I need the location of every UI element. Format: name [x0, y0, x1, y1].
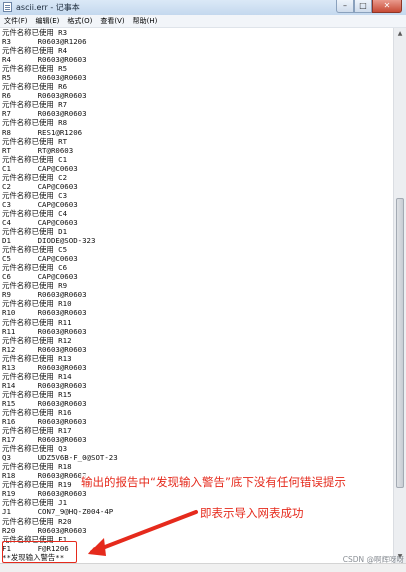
text-line: 元件名称已使用 R14	[2, 371, 72, 381]
menu-view[interactable]: 查看(V)	[96, 15, 128, 27]
text-line: 元件名称已使用 R13	[2, 353, 72, 363]
text-line: C2 CAP@C0603	[2, 181, 78, 191]
text-line: R6 R0603@R0603	[2, 91, 87, 101]
title-bar: ascii.err - 记事本 – □ ✕	[0, 0, 406, 16]
text-line: 元件名称已使用 R4	[2, 46, 68, 56]
text-line: 元件名称已使用 R10	[2, 299, 72, 309]
text-line: 元件名称已使用 R9	[2, 281, 68, 291]
watermark: CSDN @啊辉呀呀	[342, 555, 404, 564]
menu-edit[interactable]: 编辑(E)	[32, 15, 64, 27]
text-line: 元件名称已使用 C3	[2, 190, 68, 200]
text-line: C3 CAP@C0603	[2, 199, 78, 209]
vertical-scrollbar[interactable]: ▲ ▼	[393, 28, 406, 563]
close-button[interactable]: ✕	[372, 0, 402, 13]
text-line: D1 DIODE@SOD-323	[2, 236, 96, 246]
text-line: 元件名称已使用 R20	[2, 516, 72, 526]
text-line: 元件名称已使用 C5	[2, 245, 68, 255]
notepad-icon	[3, 2, 12, 12]
text-line: 元件名称已使用 C2	[2, 172, 68, 182]
text-line: 元件名称已使用 Q3	[2, 444, 68, 454]
text-line: 元件名称已使用 R16	[2, 407, 72, 417]
text-line: 元件名称已使用 R11	[2, 317, 72, 327]
text-line: R13 R0603@R0603	[2, 362, 87, 372]
text-line: 元件名称已使用 R8	[2, 118, 68, 128]
text-line: R4 R0603@R0603	[2, 55, 87, 65]
text-line: R7 R0603@R0603	[2, 109, 87, 119]
text-line: C6 CAP@C0603	[2, 272, 78, 282]
text-line: R12 R0603@R0603	[2, 344, 87, 354]
text-line: 元件名称已使用 D1	[2, 227, 68, 237]
warning-highlight-box	[2, 541, 77, 563]
scroll-thumb[interactable]	[396, 198, 404, 488]
annotation-report-note: 输出的报告中“发现输入警告”底下没有任何错误提示	[81, 474, 346, 490]
minimize-button[interactable]: –	[336, 0, 354, 13]
scroll-up-arrow-icon[interactable]: ▲	[395, 29, 405, 39]
text-line: 元件名称已使用 C1	[2, 154, 68, 164]
text-line: R9 R0603@R0603	[2, 290, 87, 300]
text-line: Q3 UDZ5V6B-F_0@SOT-23	[2, 453, 118, 463]
text-line: 元件名称已使用 R12	[2, 335, 72, 345]
text-line: R10 R0603@R0603	[2, 308, 87, 318]
menu-help[interactable]: 帮助(H)	[129, 15, 162, 27]
text-line: 元件名称已使用 R5	[2, 64, 68, 74]
text-line: 元件名称已使用 R17	[2, 426, 72, 436]
text-line: R16 R0603@R0603	[2, 417, 87, 427]
text-line: R15 R0603@R0603	[2, 398, 87, 408]
text-line: RT RT@R0603	[2, 145, 74, 155]
text-line: R3 R0603@R1206	[2, 37, 87, 47]
text-line: 元件名称已使用 RT	[2, 136, 68, 146]
text-line: R17 R0603@R0603	[2, 435, 87, 445]
text-line: C4 CAP@C0603	[2, 217, 78, 227]
text-line: R8 RES1@R1206	[2, 127, 83, 137]
text-line: C5 CAP@C0603	[2, 254, 78, 264]
text-line: 元件名称已使用 C6	[2, 263, 68, 273]
text-line: 元件名称已使用 R7	[2, 100, 68, 110]
text-line: J1 CON7_9@HQ-Z004-4P	[2, 507, 114, 517]
text-line: 元件名称已使用 C4	[2, 208, 68, 218]
maximize-button[interactable]: □	[354, 0, 372, 13]
text-line: R5 R0603@R0603	[2, 73, 87, 83]
annotation-success-note: 即表示导入网表成功	[200, 505, 304, 521]
menu-bar: 文件(F) 编辑(E) 格式(O) 查看(V) 帮助(H)	[0, 15, 406, 28]
text-line: R14 R0603@R0603	[2, 380, 87, 390]
text-line: C1 CAP@C0603	[2, 163, 78, 173]
window-title: ascii.err - 记事本	[16, 3, 80, 12]
text-line: R19 R0603@R0603	[2, 489, 87, 499]
menu-file[interactable]: 文件(F)	[0, 15, 32, 27]
text-line: R20 R0603@R0603	[2, 525, 87, 535]
text-line: 元件名称已使用 R6	[2, 82, 68, 92]
text-line: 元件名称已使用 J1	[2, 498, 68, 508]
text-line: 元件名称已使用 R3	[2, 28, 68, 37]
text-line: R11 R0603@R0603	[2, 326, 87, 336]
text-line: 元件名称已使用 R18	[2, 462, 72, 472]
text-line: 元件名称已使用 R15	[2, 389, 72, 399]
window-controls: – □ ✕	[336, 0, 402, 14]
menu-format[interactable]: 格式(O)	[63, 15, 96, 27]
